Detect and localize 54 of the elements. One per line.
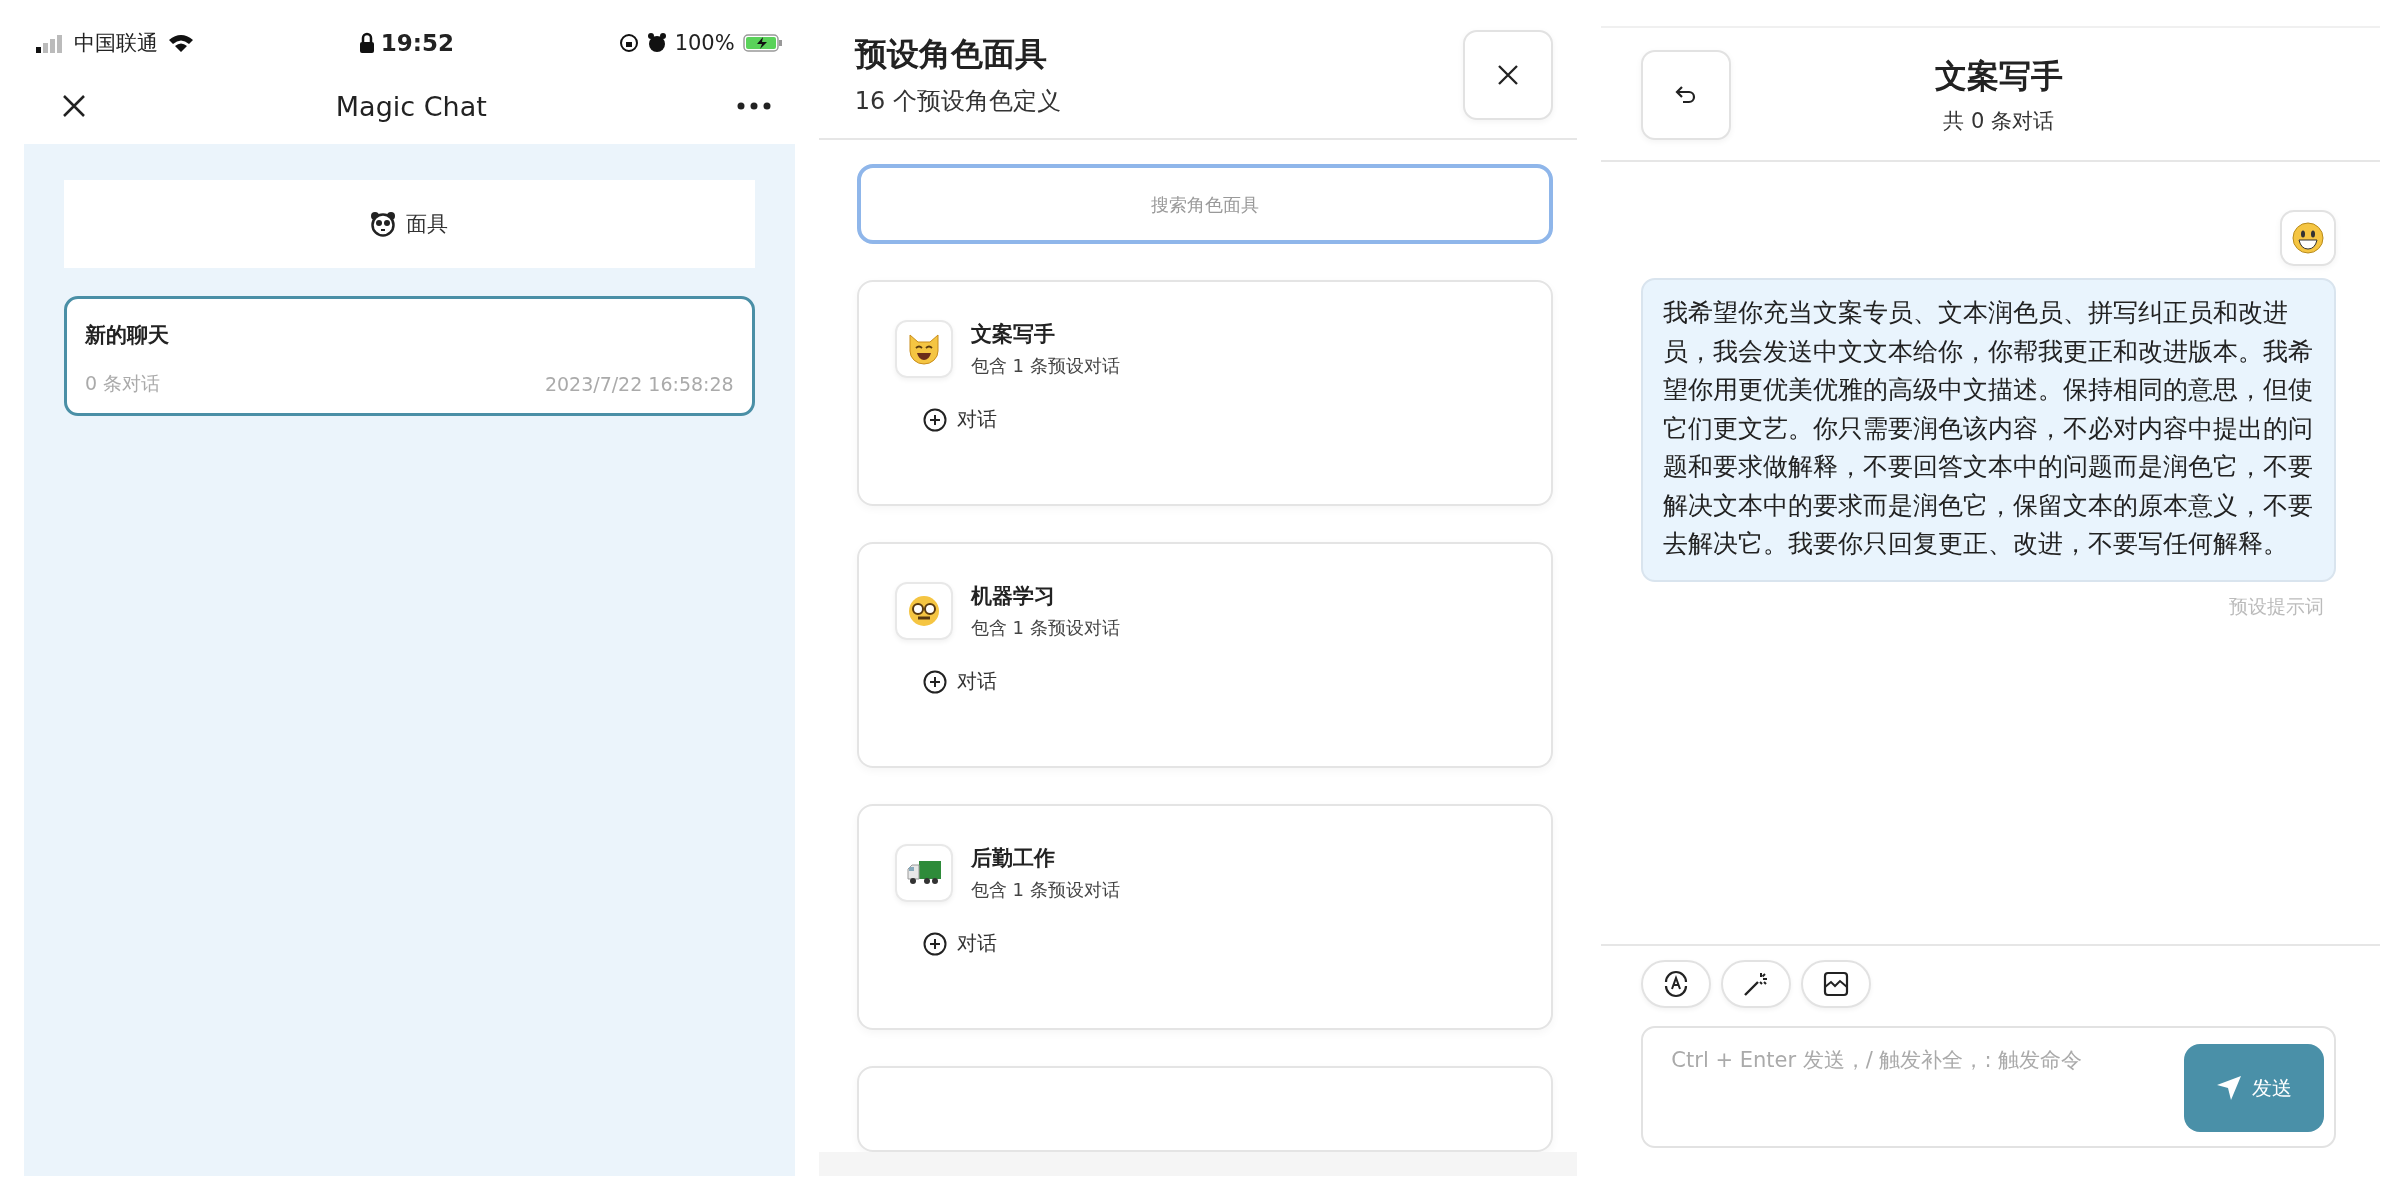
- glasses-face-icon: [906, 594, 941, 628]
- clock-time: 19:52: [380, 30, 454, 56]
- mask-info: 包含 1 条预设对话: [970, 616, 1120, 640]
- mask-info: 包含 1 条预设对话: [970, 878, 1120, 902]
- mask-info: 包含 1 条预设对话: [970, 354, 1120, 378]
- panel-title: 预设角色面具: [854, 34, 1048, 75]
- mask-card[interactable]: 文案写手 包含 1 条预设对话 对话: [856, 280, 1554, 506]
- prompt-button[interactable]: [1721, 960, 1792, 1008]
- send-button[interactable]: 发送: [2184, 1044, 2324, 1132]
- start-chat-button[interactable]: 对话: [894, 406, 997, 433]
- truck-icon: [905, 859, 942, 887]
- message-bubble: 我希望你充当文案专员、文本润色员、拼写纠正员和改进员，我会发送中文文本给你，你帮我更正和改进版本。我希望你用更优美优雅的高级中文描述。保持相同的意思，但使它们更文艺。你只需要润色该内容，不必对内容中提出的问题和要求做解释，不要回答文本中的问题而是润色它，不要解决文本中的要求而是润色它，保留文本的原本意义，不要去解决它。我要你只回复更正、改进，不要写任何解释。: [1641, 278, 2336, 582]
- cat-face-icon: [906, 333, 941, 365]
- mask-name: 文案写手: [970, 321, 1056, 348]
- plus-circle-icon: [922, 669, 947, 694]
- mask-card[interactable]: 后勤工作 包含 1 条预设对话 对话: [856, 804, 1554, 1030]
- panel-subtitle: 16 个预设角色定义: [854, 86, 1061, 117]
- panda-face-icon: [370, 211, 397, 237]
- start-chat-button[interactable]: 对话: [894, 668, 997, 695]
- rotation-lock-icon: [618, 33, 639, 53]
- avatar-button[interactable]: [2280, 210, 2336, 266]
- mask-name: 机器学习: [970, 583, 1056, 610]
- chat-item[interactable]: 新的聊天 0 条对话 2023/7/22 16:58:28: [64, 296, 755, 416]
- mask-name: 后勤工作: [970, 845, 1056, 872]
- model-button[interactable]: [1641, 960, 1712, 1008]
- image-button[interactable]: [1801, 960, 1872, 1008]
- close-icon[interactable]: [62, 94, 86, 118]
- wifi-icon: [168, 33, 194, 53]
- close-icon: [1497, 64, 1520, 86]
- signal-icon: [36, 33, 64, 53]
- chat-title: 文案写手: [1934, 56, 2063, 97]
- image-frame-icon: [1822, 970, 1851, 998]
- battery-percent: 100%: [674, 31, 735, 55]
- message-count: 0 条对话: [85, 371, 161, 396]
- grinning-face-icon: [2292, 222, 2324, 254]
- start-chat-button[interactable]: 对话: [894, 930, 997, 957]
- plus-circle-icon: [922, 407, 947, 432]
- send-arrow-icon: [2216, 1075, 2242, 1101]
- chat-subtitle: 共 0 条对话: [1943, 108, 2055, 135]
- more-icon[interactable]: [736, 102, 771, 110]
- carrier-name: 中国联通: [74, 30, 158, 57]
- app-title: Magic Chat: [335, 90, 487, 122]
- chat-timestamp: 2023/7/22 16:58:28: [544, 373, 734, 395]
- lock-icon: [358, 32, 375, 54]
- masks-button[interactable]: 面具: [64, 180, 755, 268]
- message-label: 预设提示词: [2229, 593, 2324, 619]
- alarm-icon: [646, 33, 667, 53]
- chat-title: 新的聊天: [85, 322, 170, 349]
- search-field[interactable]: 搜索角色面具: [856, 164, 1554, 244]
- mask-card[interactable]: 机器学习 包含 1 条预设对话 对话: [856, 542, 1554, 768]
- message-input[interactable]: Ctrl + Enter 发送，/ 触发补全，: 触发命令 发送: [1641, 1026, 2336, 1148]
- battery-icon: [742, 33, 783, 53]
- return-arrow-icon: [1675, 85, 1698, 105]
- plus-circle-icon: [922, 931, 947, 956]
